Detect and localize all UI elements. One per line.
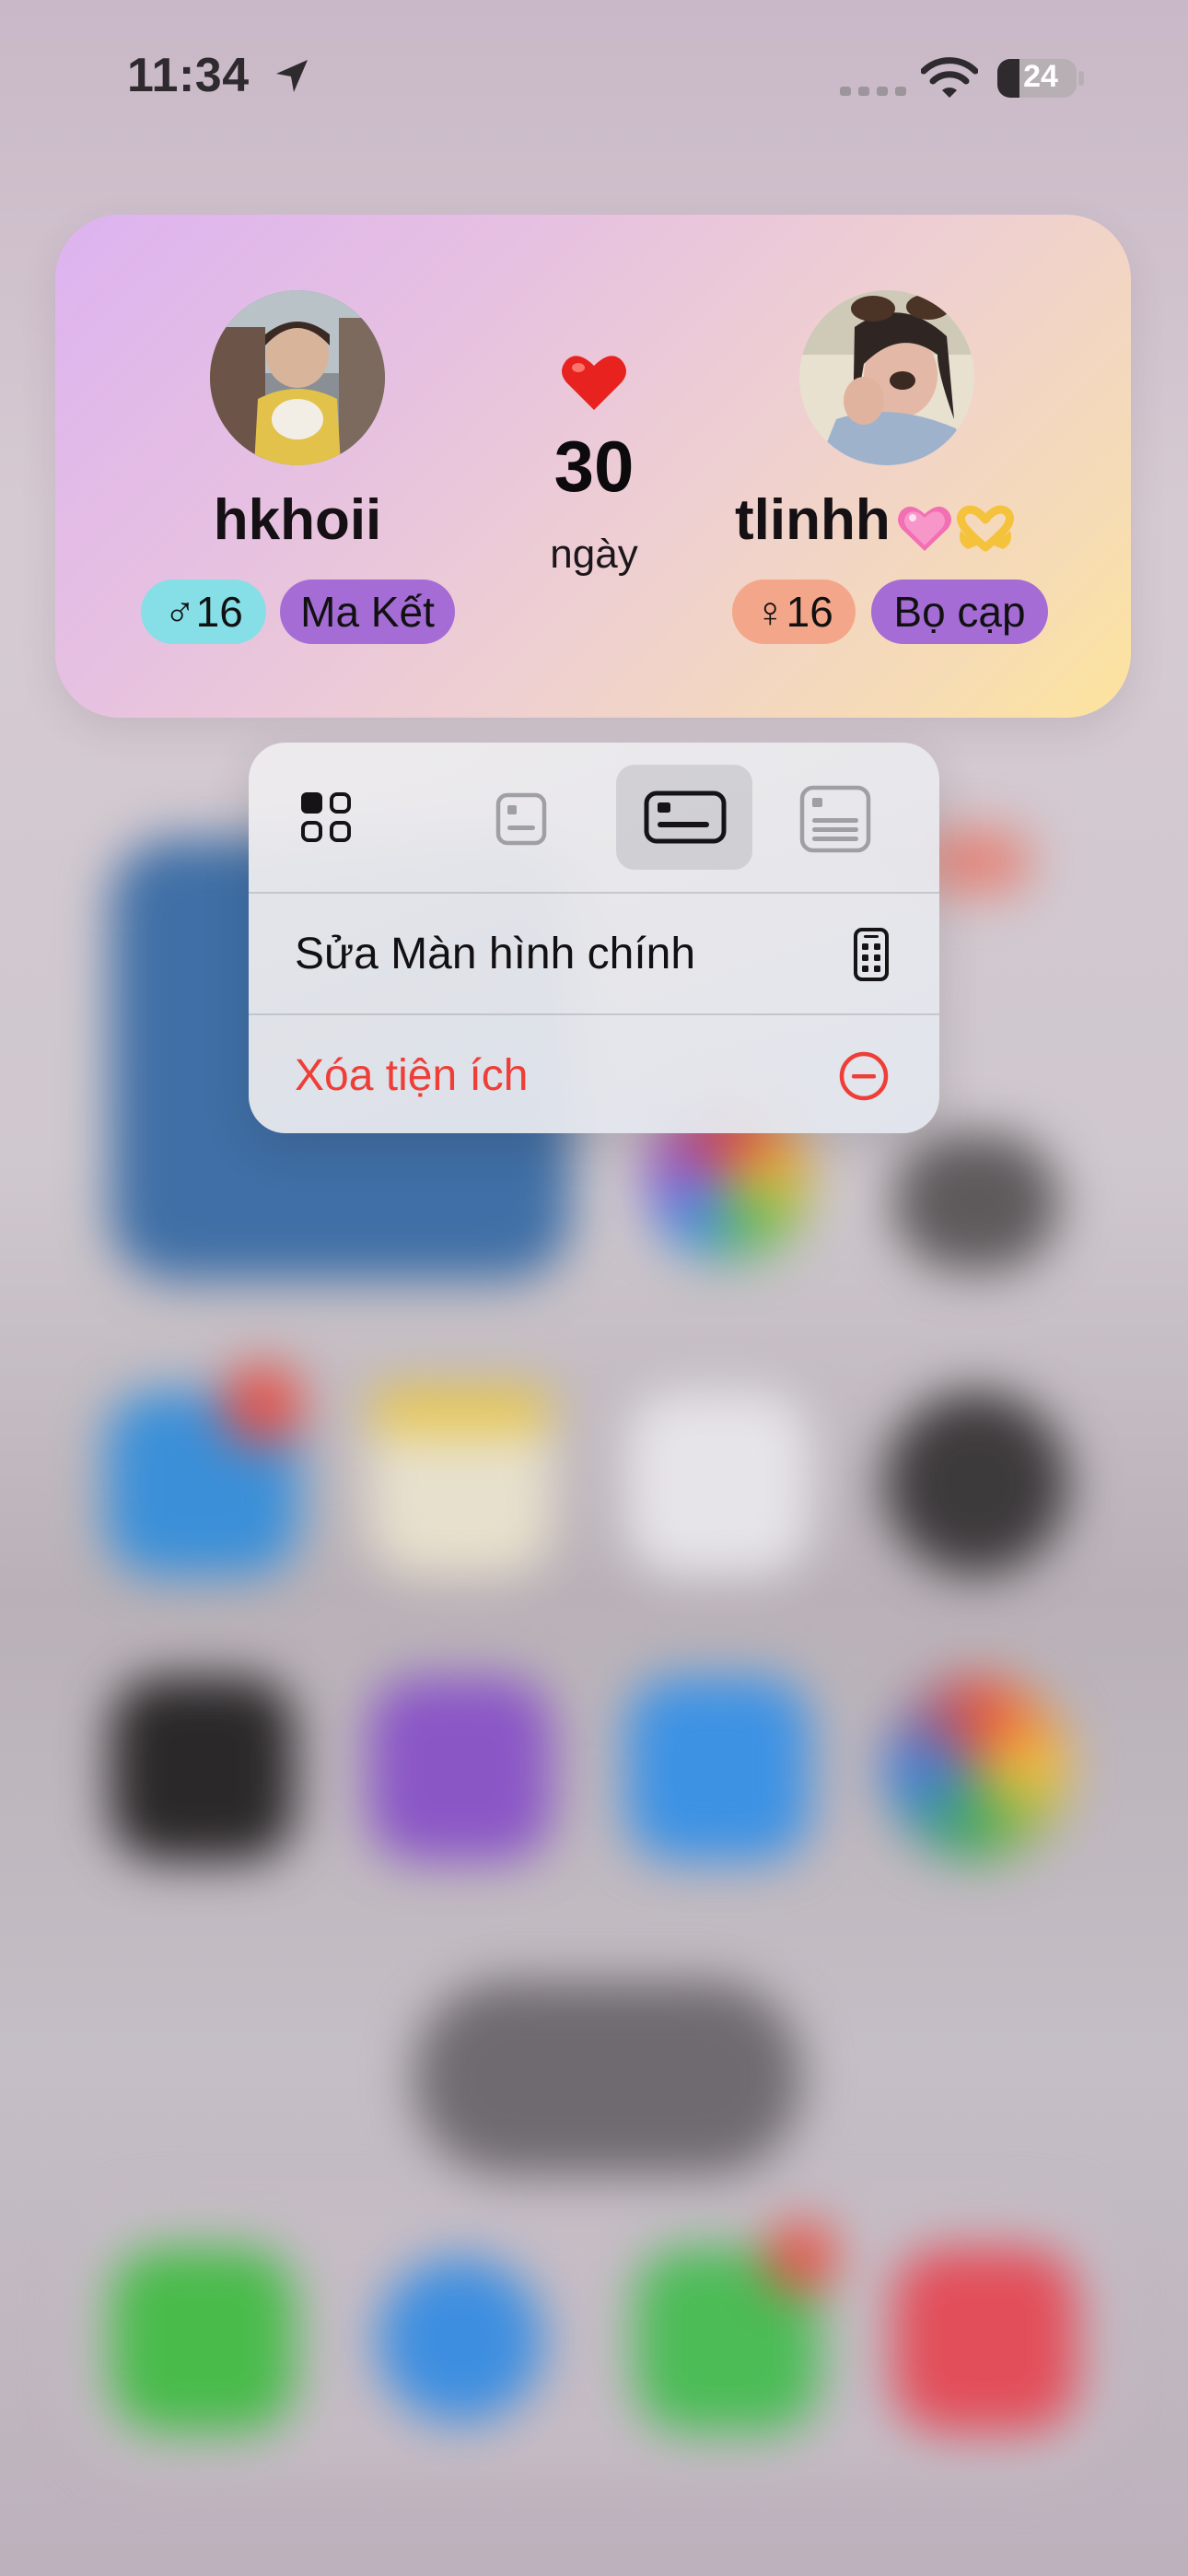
blurred-badge [221,1364,304,1446]
status-bar: 11:34 24 [0,0,1188,157]
cellular-signal-icon [840,87,906,96]
blurred-app-icon [884,1677,1068,1861]
blurred-app-icon [368,1677,553,1861]
widget-size-large-option[interactable] [770,765,906,870]
right-person-name-row: tlinhh [735,487,1048,556]
minus-circle-icon [839,1051,889,1101]
widget-grid-icon [301,792,351,842]
widget-small-icon [495,792,547,846]
blurred-app-icon [626,1677,810,1861]
widget-large-icon [799,785,871,853]
blurred-app-icon [626,1391,810,1575]
status-time: 11:34 [127,49,250,102]
blurred-app-icon [893,2248,1077,2432]
blurred-app-icon [378,2257,543,2423]
widget-size-medium-option[interactable] [616,765,752,870]
blurred-app-icon [111,2248,295,2432]
avatar-right [799,290,974,465]
red-heart-icon [562,356,626,410]
blurred-search-pill [414,1981,801,2174]
blurred-app-icon [884,1391,1068,1575]
widget-size-selector [249,743,939,892]
left-gender-age-badge: ♂16 [141,580,266,644]
left-zodiac-badge: Ma Kết [280,580,455,644]
remove-widget-menu-item[interactable]: Xóa tiện ích [249,1015,939,1133]
widget-gallery-option[interactable] [249,765,385,870]
right-person-name: tlinhh [735,488,891,552]
left-person-name: hkhoii [213,488,382,552]
right-gender-age-badge: ♀16 [732,580,856,644]
heart-hands-icon [956,505,1014,552]
wifi-icon [921,57,978,98]
edit-home-screen-menu-item[interactable]: Sửa Màn hình chính [249,894,939,1013]
avatar-left-photo [210,290,385,465]
blurred-app-icon [111,1677,295,1861]
days-count: 30 [553,426,635,507]
avatar-left [210,290,385,465]
blurred-app-icon-top [368,1387,553,1433]
couple-widget[interactable]: hkhoii tlinhh ♂16 Ma Kết ♀16 Bọ cạp 30 n… [55,215,1131,718]
days-label: ngày [550,532,638,577]
blurred-app-icon [893,1133,1059,1271]
right-zodiac-badge: Bọ cạp [871,580,1048,644]
location-arrow-icon [276,60,308,92]
pink-heart-icon [897,506,951,551]
blurred-badge [764,2220,838,2294]
edit-home-screen-label: Sửa Màn hình chính [295,930,696,978]
widget-medium-icon [644,790,727,844]
avatar-right-photo [799,290,974,465]
battery-percentage: 24 [1023,59,1058,94]
home-screen-icon [854,928,889,981]
widget-context-menu: Sửa Màn hình chính Xóa tiện ích [249,743,939,1133]
remove-widget-label: Xóa tiện ích [295,1051,529,1100]
